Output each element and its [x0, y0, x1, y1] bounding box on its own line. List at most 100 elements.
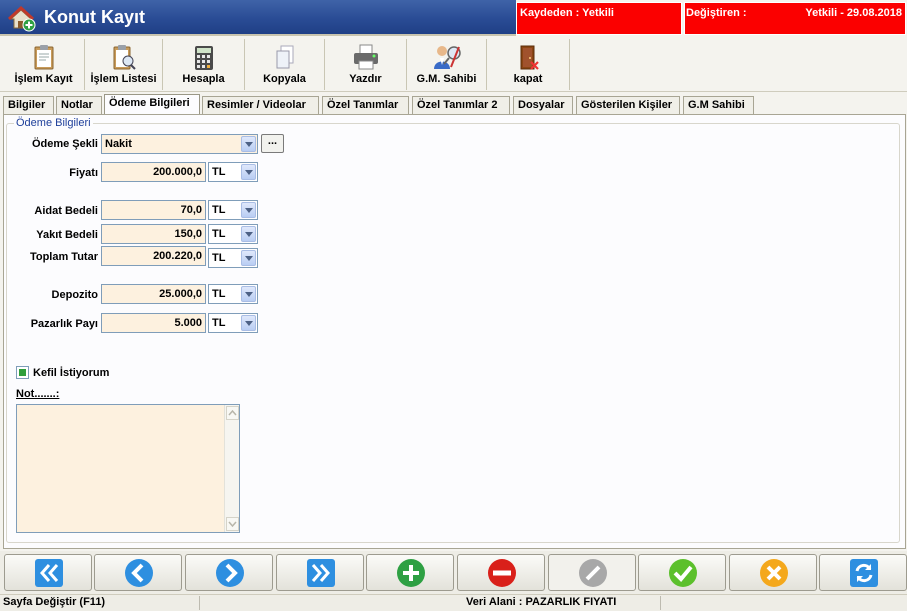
chevron-down-icon[interactable] — [241, 226, 256, 242]
hesapla-label: Hesapla — [182, 73, 225, 85]
odeme-sekli-label: Ödeme Şekli — [31, 138, 98, 150]
tab-gm-sahibi[interactable]: G.M Sahibi — [683, 96, 754, 114]
group-title: Ödeme Bilgileri — [14, 117, 93, 129]
chevron-down-icon[interactable] — [241, 286, 256, 302]
window-title: Konut Kayıt — [44, 7, 145, 27]
odeme-sekli-select[interactable]: Nakit — [101, 134, 258, 154]
first-record-button[interactable] — [4, 554, 92, 591]
not-label: Not.......: — [16, 388, 60, 400]
status-divider — [660, 596, 661, 610]
kopyala-button[interactable]: Kopyala — [245, 39, 325, 90]
chevron-down-icon[interactable] — [241, 315, 256, 331]
kopyala-label: Kopyala — [263, 73, 306, 85]
tab-resimler-videolar[interactable]: Resimler / Videolar — [202, 96, 319, 114]
minus-icon — [488, 559, 516, 587]
previous-record-button[interactable] — [94, 554, 182, 591]
toplam-label: Toplam Tutar — [29, 251, 98, 263]
next-record-button[interactable] — [185, 554, 273, 591]
yakit-label: Yakıt Bedeli — [36, 229, 98, 241]
refresh-button[interactable] — [819, 554, 907, 591]
kapat-label: kapat — [513, 73, 543, 85]
yakit-input[interactable]: 150,0 — [101, 224, 206, 244]
left-arrow-icon — [125, 559, 153, 587]
scroll-up-icon[interactable] — [226, 406, 239, 420]
checkmark-icon — [669, 559, 697, 587]
pazarlik-currency-value: TL — [212, 317, 226, 329]
aidat-currency-select[interactable]: TL — [208, 200, 258, 220]
edit-record-button[interactable] — [548, 554, 636, 591]
created-by-text: Kaydeden : Yetkili — [520, 7, 614, 19]
islem-kayit-button[interactable]: İşlem Kayıt — [3, 39, 85, 90]
copy-icon — [276, 45, 293, 69]
fiyati-currency-value: TL — [212, 166, 226, 178]
right-arrow-icon — [216, 559, 244, 587]
clipboard-icon — [34, 45, 53, 70]
fiyati-label: Fiyatı — [69, 167, 98, 179]
chevron-down-icon[interactable] — [241, 250, 256, 266]
toolbar: İşlem Kayıt İşlem Listesi Hesapla Kopyal… — [0, 37, 907, 92]
konut-kayit-window: Konut Kayıt Kaydeden : Yetkili Değiştire… — [0, 0, 907, 611]
depozito-label: Depozito — [51, 289, 98, 301]
house-plus-icon — [8, 6, 36, 32]
refresh-icon — [850, 559, 878, 587]
depozito-input[interactable]: 25.000,0 — [101, 284, 206, 304]
clipboard-search-icon — [113, 45, 136, 70]
toplam-input[interactable]: 200.220,0 — [101, 246, 206, 266]
delete-record-button[interactable] — [457, 554, 545, 591]
tab-ozel-tanimlar[interactable]: Özel Tanımlar — [322, 96, 409, 114]
chevron-down-icon[interactable] — [241, 202, 256, 218]
save-record-button[interactable] — [638, 554, 726, 591]
depozito-currency-select[interactable]: TL — [208, 284, 258, 304]
tab-notlar[interactable]: Notlar — [56, 96, 102, 114]
aidat-input[interactable]: 70,0 — [101, 200, 206, 220]
gm-sahibi-button[interactable]: G.M. Sahibi — [407, 39, 487, 90]
title-bar: Konut Kayıt — [0, 0, 516, 36]
hesapla-button[interactable]: Hesapla — [163, 39, 245, 90]
fiyati-currency-select[interactable]: TL — [208, 162, 258, 182]
add-record-button[interactable] — [366, 554, 454, 591]
tab-gosterilen-kisiler[interactable]: Gösterilen Kişiler — [576, 96, 680, 114]
chevron-down-icon[interactable] — [241, 136, 256, 152]
owner-search-icon — [433, 46, 461, 69]
printer-icon — [353, 44, 378, 70]
kapat-button[interactable]: kapat — [487, 39, 570, 90]
yazdir-label: Yazdır — [349, 73, 382, 85]
not-textarea[interactable] — [16, 404, 240, 533]
pazarlik-input[interactable]: 5.000 — [101, 313, 206, 333]
tab-odeme-bilgileri[interactable]: Ödeme Bilgileri — [104, 94, 200, 115]
modified-by-box: Değiştiren : Yetkili - 29.08.2018 — [684, 2, 906, 35]
fiyati-input[interactable]: 200.000,0 — [101, 162, 206, 182]
double-left-arrow-icon — [35, 559, 63, 587]
islem-listesi-label: İşlem Listesi — [90, 73, 157, 85]
cancel-record-button[interactable] — [729, 554, 817, 591]
islem-listesi-button[interactable]: İşlem Listesi — [85, 39, 163, 90]
toplam-currency-value: TL — [212, 252, 226, 264]
odeme-sekli-value: Nakit — [105, 138, 132, 150]
yakit-currency-select[interactable]: TL — [208, 224, 258, 244]
pazarlik-currency-select[interactable]: TL — [208, 313, 258, 333]
tab-ozel-tanimlar-2[interactable]: Özel Tanımlar 2 — [412, 96, 510, 114]
toplam-currency-select[interactable]: TL — [208, 248, 258, 268]
tab-dosyalar[interactable]: Dosyalar — [513, 96, 573, 114]
status-center: Veri Alani : PAZARLIK FIYATI — [466, 596, 617, 608]
pazarlik-label: Pazarlık Payı — [30, 318, 98, 330]
not-scrollbar[interactable] — [224, 405, 239, 532]
tab-bilgiler[interactable]: Bilgiler — [3, 96, 54, 114]
x-icon — [760, 559, 788, 587]
islem-kayit-label: İşlem Kayıt — [14, 73, 73, 85]
status-left: Sayfa Değiştir (F11) — [3, 596, 106, 608]
scroll-down-icon[interactable] — [226, 517, 239, 531]
calculator-icon — [194, 46, 213, 70]
status-bar: Sayfa Değiştir (F11) Veri Alani : PAZARL… — [0, 594, 907, 611]
odeme-sekli-browse-button[interactable]: ... — [261, 134, 284, 153]
created-by-box: Kaydeden : Yetkili — [516, 2, 682, 35]
record-navigation-bar — [0, 551, 907, 594]
last-record-button[interactable] — [276, 554, 364, 591]
depozito-currency-value: TL — [212, 288, 226, 300]
plus-icon — [397, 559, 425, 587]
yazdir-button[interactable]: Yazdır — [325, 39, 407, 90]
status-divider — [199, 596, 200, 610]
chevron-down-icon[interactable] — [241, 164, 256, 180]
gm-sahibi-label: G.M. Sahibi — [416, 73, 477, 85]
kefil-checkbox[interactable] — [16, 366, 29, 379]
